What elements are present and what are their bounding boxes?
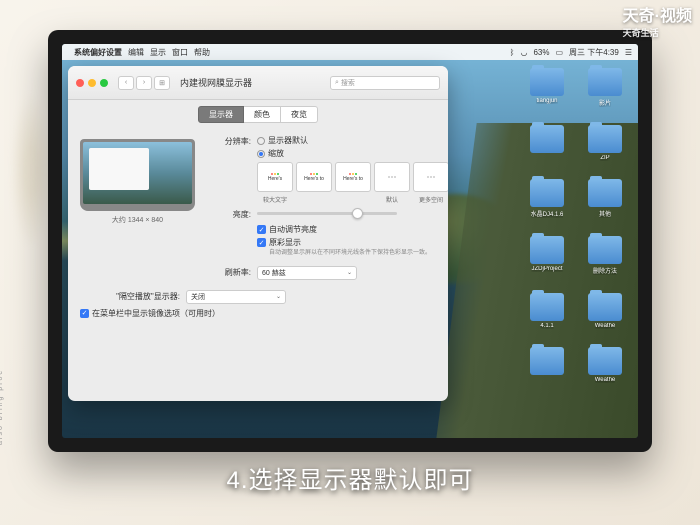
menu-view[interactable]: 显示 (150, 47, 166, 58)
chevron-down-icon: ⌄ (276, 293, 281, 300)
resolution-readout: 大约 1344 × 840 (80, 215, 195, 225)
res-opt-more[interactable] (413, 162, 448, 192)
refresh-label: 刷新率: (207, 266, 251, 278)
radio-default[interactable]: 显示器默认 (257, 135, 448, 146)
menu-window[interactable]: 窗口 (172, 47, 188, 58)
desktop-folder[interactable]: JZDjProject (522, 236, 572, 275)
bluetooth-icon[interactable]: ᛒ (510, 48, 515, 57)
res-opt-3[interactable]: Here's to (335, 162, 371, 192)
clock[interactable]: 周三 下午4:39 (569, 47, 619, 58)
forward-button[interactable]: › (136, 76, 152, 90)
refresh-select[interactable]: 60 赫兹⌄ (257, 266, 357, 280)
desktop-folder[interactable]: 水晶DJ4.1.6 (522, 179, 572, 218)
minimize-button[interactable] (88, 79, 96, 87)
grid-button[interactable]: ⊞ (154, 76, 170, 90)
zoom-button[interactable] (100, 79, 108, 87)
auto-brightness-checkbox[interactable]: ✓自动调节亮度 (257, 224, 448, 235)
window-title: 内建视网膜显示器 (180, 76, 252, 89)
menu-edit[interactable]: 编辑 (128, 47, 144, 58)
radio-scaled[interactable]: 缩放 (257, 148, 448, 159)
close-button[interactable] (76, 79, 84, 87)
nav-buttons: ‹ › ⊞ (118, 76, 170, 90)
watermark: 天奇·视频 天奇生活 (623, 2, 692, 39)
display-prefs-window: ‹ › ⊞ 内建视网膜显示器 ⌕ 搜索 显示器 颜色 夜览 (68, 66, 448, 401)
resolution-label: 分辨率: (207, 135, 251, 147)
desktop-screen: 系统偏好设置 编辑 显示 窗口 帮助 ᛒ ◡ 63% ▭ 周三 下午4:39 ☰… (62, 44, 638, 438)
menu-help[interactable]: 帮助 (194, 47, 210, 58)
truetone-checkbox[interactable]: ✓原彩显示 (257, 237, 448, 248)
desktop-icons: tiangjun 影片 ZIP 水晶DJ4.1.6 其他 JZDjProject… (522, 68, 630, 383)
settings-panel: 分辨率: 显示器默认 缩放 Here's Here's to Here's to (207, 135, 448, 284)
search-icon: ⌕ (335, 79, 339, 87)
side-decor-text: also bring proc (0, 369, 4, 445)
res-label-default: 默认 (374, 195, 410, 204)
search-placeholder: 搜索 (341, 78, 355, 88)
brightness-label: 亮度: (207, 208, 251, 220)
titlebar: ‹ › ⊞ 内建视网膜显示器 ⌕ 搜索 (68, 66, 448, 100)
desktop-folder[interactable]: 影片 (580, 68, 630, 107)
desktop-folder[interactable]: 其他 (580, 179, 630, 218)
back-button[interactable]: ‹ (118, 76, 134, 90)
desktop-folder[interactable]: 删除方法 (580, 236, 630, 275)
tutorial-caption: 4.选择显示器默认即可 (0, 460, 700, 495)
chevron-down-icon: ⌄ (347, 269, 352, 276)
tab-color[interactable]: 颜色 (244, 106, 281, 123)
res-opt-larger[interactable]: Here's (257, 162, 293, 192)
res-opt-default[interactable] (374, 162, 410, 192)
desktop-folder[interactable]: Weathe (580, 293, 630, 329)
slider-thumb[interactable] (352, 208, 363, 219)
macbook-preview (80, 139, 195, 211)
display-preview: 大约 1344 × 840 (80, 135, 195, 284)
res-label-larger: 较大文字 (257, 195, 293, 204)
resolution-options: Here's Here's to Here's to (257, 162, 448, 192)
tab-display[interactable]: 显示器 (198, 106, 244, 123)
traffic-lights (76, 79, 108, 87)
wifi-icon[interactable]: ◡ (520, 48, 527, 57)
battery-percent[interactable]: 63% (533, 48, 549, 57)
desktop-folder[interactable]: Weathe (580, 347, 630, 383)
search-field[interactable]: ⌕ 搜索 (330, 76, 440, 90)
tab-bar: 显示器 颜色 夜览 (68, 100, 448, 129)
airplay-label: "隔空播放"显示器: (80, 290, 180, 302)
desktop-folder[interactable] (522, 347, 572, 383)
res-opt-2[interactable]: Here's to (296, 162, 332, 192)
brightness-slider[interactable] (257, 212, 397, 215)
truetone-hint: 自动调整显示屏以在不同环境光线条件下保持色彩显示一致。 (269, 250, 448, 258)
battery-icon[interactable]: ▭ (555, 48, 563, 57)
app-name[interactable]: 系统偏好设置 (74, 47, 122, 58)
desktop-folder[interactable]: 4.1.1 (522, 293, 572, 329)
menubar: 系统偏好设置 编辑 显示 窗口 帮助 ᛒ ◡ 63% ▭ 周三 下午4:39 ☰ (62, 44, 638, 60)
spotlight-icon[interactable]: ☰ (625, 48, 632, 57)
tab-nightshift[interactable]: 夜览 (281, 106, 318, 123)
airplay-select[interactable]: 关闭⌄ (186, 290, 286, 304)
mirror-checkbox[interactable]: ✓在菜单栏中显示镜像选项（可用时） (80, 308, 220, 319)
monitor-frame: 系统偏好设置 编辑 显示 窗口 帮助 ᛒ ◡ 63% ▭ 周三 下午4:39 ☰… (48, 30, 652, 452)
desktop-folder[interactable] (522, 125, 572, 161)
res-label-more: 更多空间 (413, 195, 448, 204)
desktop-folder[interactable]: tiangjun (522, 68, 572, 107)
desktop-folder[interactable]: ZIP (580, 125, 630, 161)
